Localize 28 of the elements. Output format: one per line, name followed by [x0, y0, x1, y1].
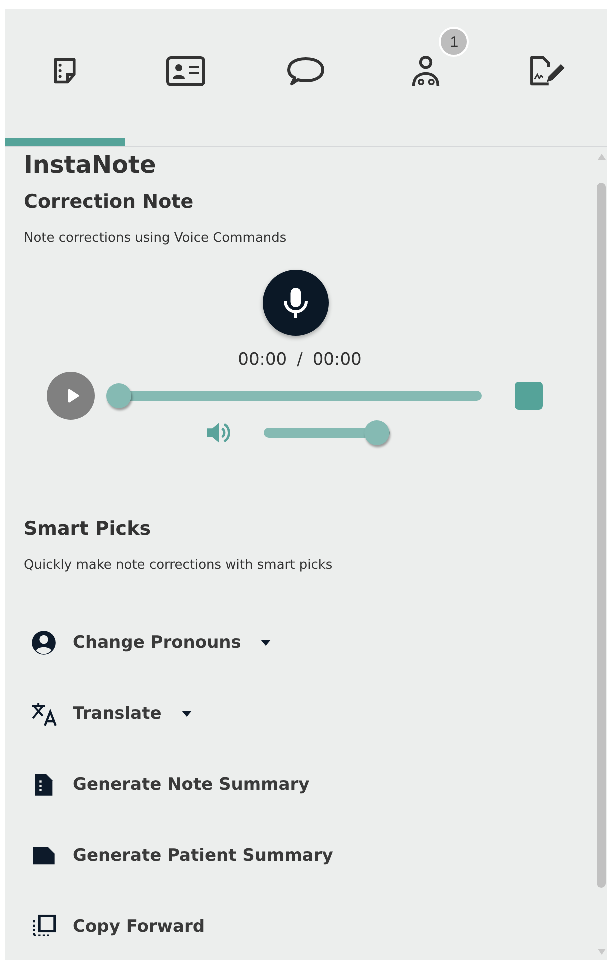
- tab[interactable]: 1: [366, 9, 487, 146]
- elapsed-time: 00:00: [238, 350, 288, 370]
- scroll-down-arrow-icon[interactable]: [596, 948, 606, 956]
- slider-handle[interactable]: [364, 420, 390, 446]
- play-button[interactable]: [47, 372, 95, 420]
- scroll-up-arrow-icon[interactable]: [596, 153, 606, 161]
- chat-bubble-icon: [286, 54, 326, 86]
- user-icon: [31, 630, 57, 656]
- section-description: Note corrections using Voice Commands: [24, 231, 288, 246]
- translate-icon: [31, 700, 57, 726]
- smart-pick-item[interactable]: Generate Note Summary: [24, 749, 310, 820]
- smart-pick-item[interactable]: Translate: [24, 678, 192, 749]
- total-time: 00:00: [312, 350, 362, 370]
- time-separator: /: [297, 350, 303, 370]
- copy-icon: [31, 914, 57, 940]
- id-card-icon: [166, 54, 206, 86]
- panel-title: InstaNote: [24, 151, 158, 179]
- smart-pick-item[interactable]: Copy Forward: [24, 891, 206, 960]
- stop-button[interactable]: [515, 382, 543, 410]
- slider-handle[interactable]: [106, 384, 132, 408]
- doctor-icon: [411, 54, 442, 86]
- section-heading: Smart Picks: [24, 518, 152, 540]
- microphone-button[interactable]: [263, 270, 329, 336]
- section-description: Quickly make note corrections with smart picks: [24, 558, 334, 573]
- section-heading: Correction Note: [24, 191, 195, 213]
- smart-pick-item[interactable]: Change Pronouns: [24, 607, 272, 678]
- smart-pick-item[interactable]: Generate Patient Summary: [24, 820, 334, 891]
- notification-badge: 1: [439, 27, 470, 57]
